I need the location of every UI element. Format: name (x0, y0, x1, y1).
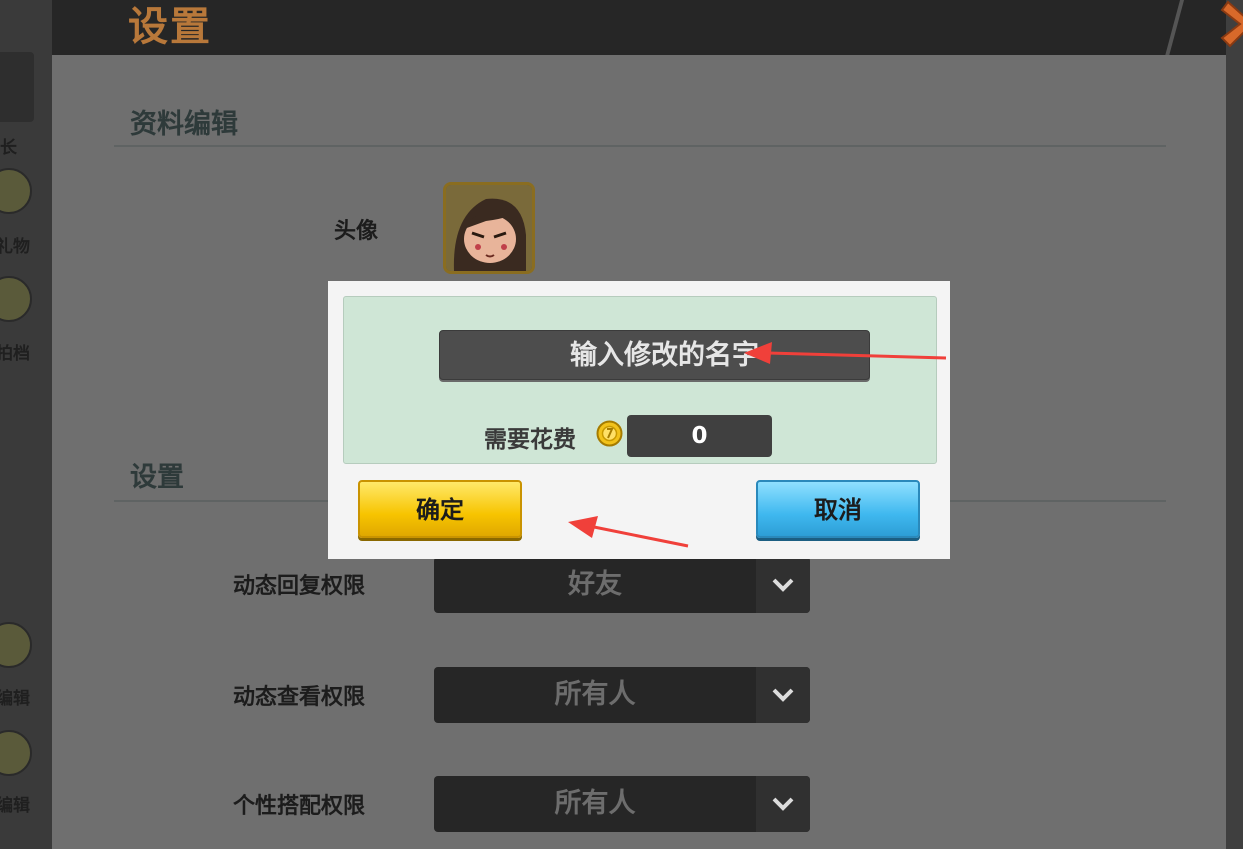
close-x-icon (1220, 0, 1243, 48)
reply-permission-label: 动态回复权限 (233, 574, 366, 599)
avatar-label: 头像 (334, 219, 379, 244)
sidebar: 长 礼物 拍档 编辑 编辑 (0, 0, 52, 849)
outfit-permission-dropdown[interactable]: 所有人 (434, 776, 810, 832)
right-edge (1226, 0, 1243, 849)
dropdown-toggle[interactable] (756, 776, 810, 832)
reply-permission-dropdown[interactable]: 好友 (434, 557, 810, 613)
section-divider (114, 145, 1166, 147)
gift-icon[interactable] (0, 168, 32, 214)
close-button[interactable] (1218, 0, 1243, 50)
cost-value: 0 (627, 415, 772, 457)
sidebar-card[interactable] (0, 52, 34, 122)
cost-label: 需要花费 (484, 427, 576, 453)
outfit-permission-label: 个性搭配权限 (233, 794, 366, 819)
edit-icon[interactable] (0, 730, 32, 776)
name-input[interactable] (439, 330, 870, 380)
section-title-profile: 资料编辑 (130, 109, 238, 140)
confirm-button[interactable]: 确定 (358, 480, 522, 538)
chevron-down-icon (772, 578, 794, 592)
cancel-button[interactable]: 取消 (756, 480, 920, 538)
partner-icon[interactable] (0, 276, 32, 322)
page-title: 设置 (128, 4, 212, 50)
sidebar-item-label: 编辑 (0, 689, 30, 709)
view-permission-dropdown[interactable]: 所有人 (434, 667, 810, 723)
chevron-down-icon (772, 688, 794, 702)
dropdown-value: 所有人 (554, 788, 636, 819)
header-divider (1163, 0, 1185, 60)
avatar-face-icon (446, 185, 532, 271)
dropdown-value: 所有人 (554, 679, 636, 710)
sidebar-item-label: 长 (0, 138, 17, 158)
sidebar-item-label: 拍档 (0, 344, 30, 364)
view-permission-label: 动态查看权限 (233, 685, 366, 710)
avatar[interactable] (443, 182, 535, 274)
rename-dialog: 需要花费 0 确定 取消 (328, 281, 950, 559)
dropdown-toggle[interactable] (756, 667, 810, 723)
chevron-down-icon (772, 797, 794, 811)
edit-icon[interactable] (0, 622, 32, 668)
dropdown-value: 好友 (568, 569, 622, 600)
section-title-settings: 设置 (130, 462, 184, 493)
rename-form: 需要花费 0 (343, 296, 937, 464)
coin-icon (596, 420, 623, 447)
sidebar-item-label: 编辑 (0, 796, 30, 816)
dropdown-toggle[interactable] (756, 557, 810, 613)
settings-header: 设置 (52, 0, 1243, 60)
sidebar-item-label: 礼物 (0, 237, 30, 257)
